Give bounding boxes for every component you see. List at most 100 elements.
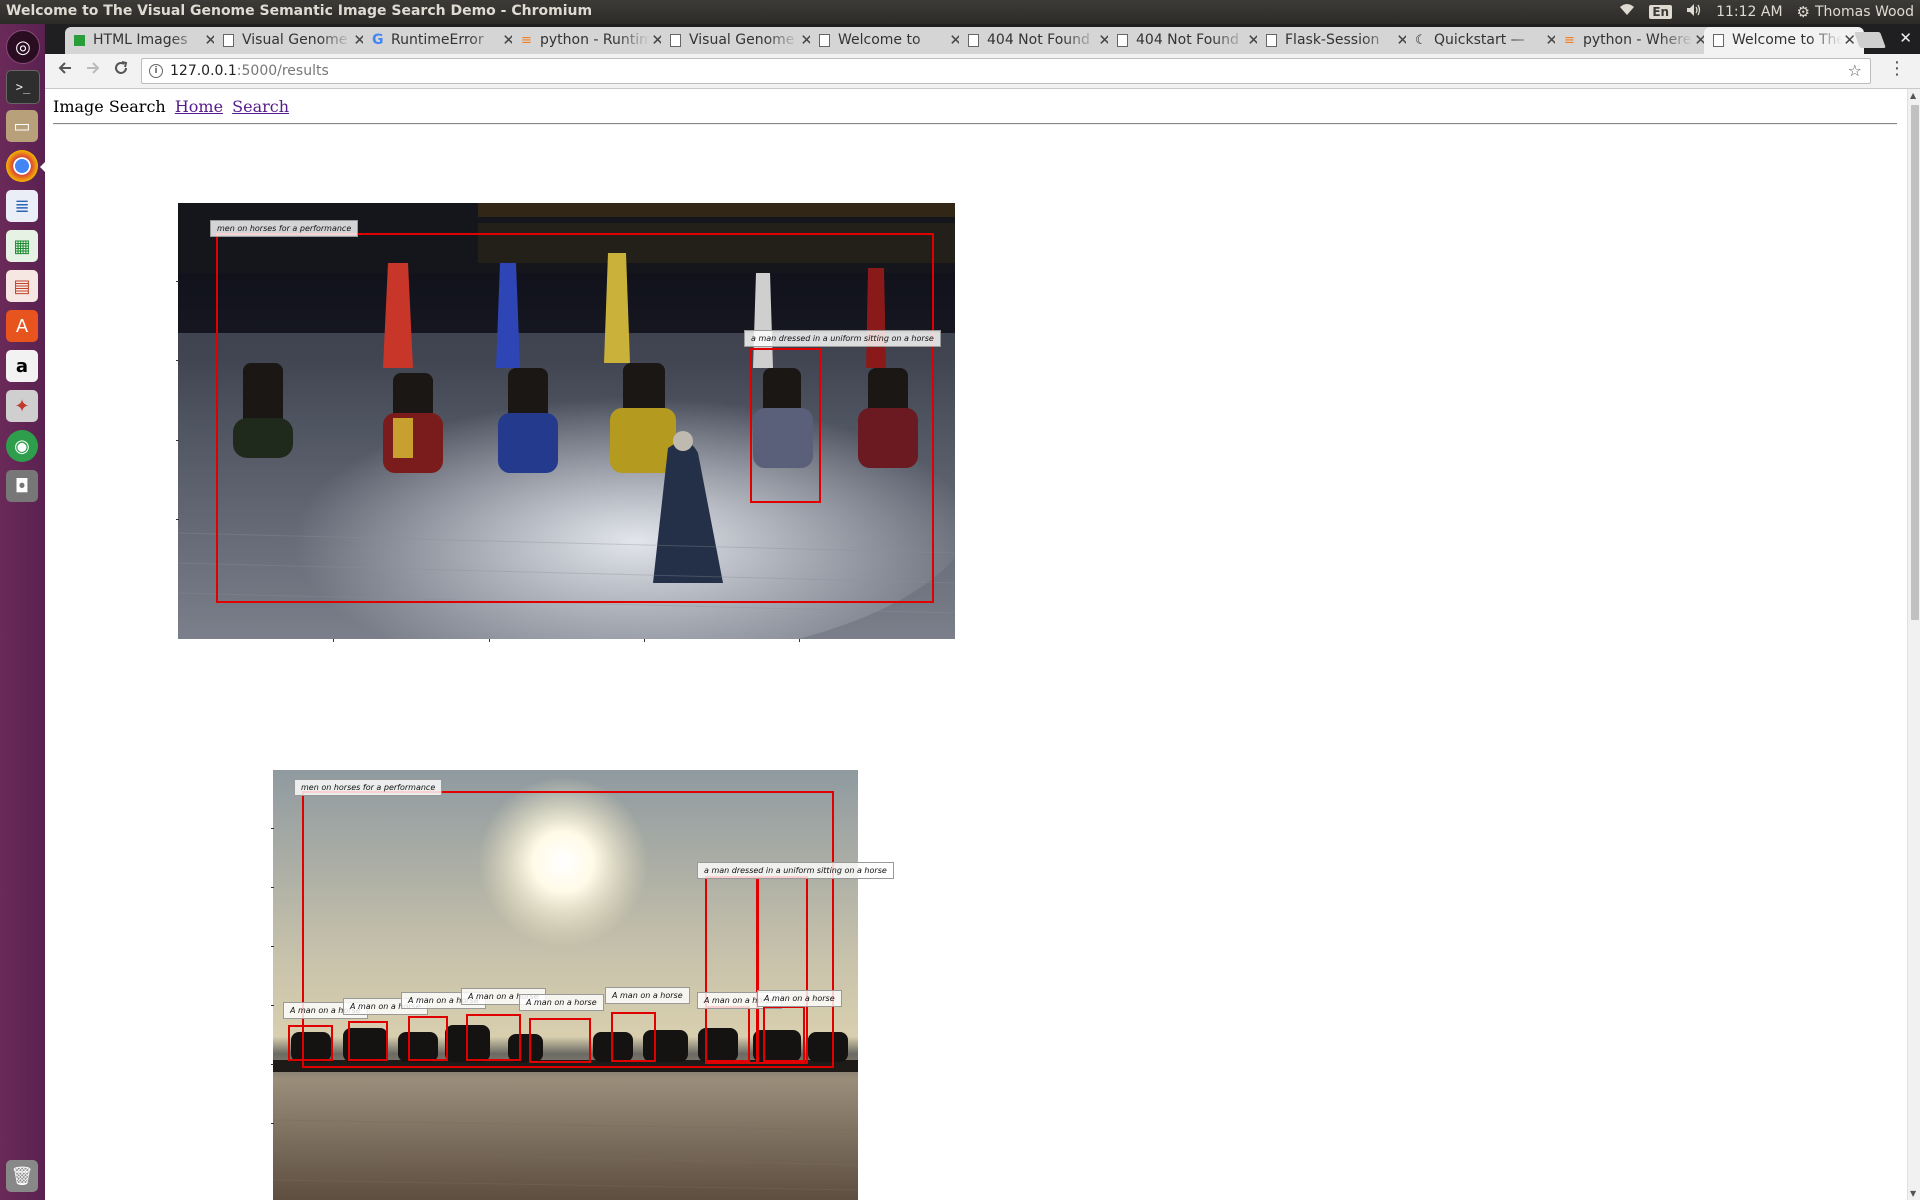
browser-tab[interactable]: Welcome to ✕ [810,27,970,54]
keyboard-indicator[interactable]: En [1649,5,1673,19]
nav-link-search[interactable]: Search [232,97,289,116]
result-image-2[interactable]: men on horses for a performance a man dr… [271,770,894,1200]
browser-tab[interactable]: ≡ python - Where ✕ [1555,27,1715,54]
libreoffice-calc-icon[interactable]: ▦ [6,230,38,262]
window-title: Welcome to The Visual Genome Semantic Im… [6,3,593,19]
axis-tick [176,519,179,520]
browser-menu-icon[interactable]: ⋮ [1888,58,1906,79]
axis-tick [271,1005,274,1006]
axis-tick [176,440,179,441]
page-viewport: Image Search Home Search men on horses f… [45,89,1907,1200]
browser-tab[interactable]: 404 Not Found ✕ [959,27,1119,54]
browser-tab[interactable]: Welcome to The ✕ [1704,27,1864,54]
chromium-icon[interactable] [6,150,38,182]
axis-tick [799,639,800,642]
nav-link-home[interactable]: Home [175,97,223,116]
tab-title: python - Where [1583,32,1692,48]
bounding-box [466,1014,521,1061]
browser-tab[interactable]: Visual Genome ✕ [661,27,821,54]
axis-tick [176,360,179,361]
tab-close-icon[interactable]: ✕ [1843,27,1856,54]
session-menu[interactable]: ⚙ Thomas Wood [1797,3,1914,21]
axis-tick [644,639,645,642]
bounding-box-label: a man dressed in a uniform sitting on a … [697,862,894,879]
browser-tab[interactable]: ≡ python - Runtime ✕ [512,27,672,54]
software-center-icon[interactable]: A [6,310,38,342]
browser-tab[interactable]: G RuntimeError ✕ [363,27,523,54]
gear-icon: ⚙ [1796,3,1810,21]
libreoffice-writer-icon[interactable]: ≣ [6,190,38,222]
clock[interactable]: 11:12 AM [1716,4,1782,20]
tab-title: Welcome to The [1732,32,1842,48]
page-favicon-icon [968,34,979,47]
scroll-down-icon[interactable]: ▼ [1910,1189,1916,1198]
system-settings-icon[interactable]: ✦ [6,390,38,422]
stackoverflow-favicon-icon: ≡ [521,33,532,48]
back-button[interactable] [53,59,77,83]
bounding-box-label: men on horses for a performance [294,779,443,796]
top-panel: Welcome to The Visual Genome Semantic Im… [0,0,1920,24]
bounding-box-label: men on horses for a performance [210,220,359,237]
bounding-box [705,1006,750,1062]
back-arrow-icon [58,62,71,74]
volume-icon[interactable] [1686,3,1702,21]
page-scrollbar[interactable]: ▲ ▼ [1907,89,1920,1200]
header-divider [53,123,1897,125]
tab-title: Visual Genome [689,32,795,48]
address-bar[interactable]: i 127.0.0.1:5000/results ☆ [141,58,1871,84]
site-nav: Image Search Home Search [53,97,289,116]
tab-title: 404 Not Found [987,32,1090,48]
axis-tick [271,887,274,888]
google-favicon-icon: G [372,32,384,48]
result-image-1[interactable]: men on horses for a performance a man dr… [176,203,955,642]
unity-launcher: ◎ >_ ▭ ≣ ▦ ▤ A a ✦ ◉ ◘ 🗑 [0,24,46,1200]
browser-tab[interactable]: 404 Not Found ✕ [1108,27,1268,54]
browser-tab[interactable]: Visual Genome ✕ [214,27,374,54]
screenshot-icon[interactable]: ◘ [6,470,38,502]
bounding-box [529,1018,591,1063]
flask-favicon-icon: ☾ [1415,33,1427,48]
new-tab-button[interactable] [1854,32,1886,48]
site-title: Image Search [53,97,166,116]
address-bar-url: 127.0.0.1:5000/results [170,63,329,79]
scrollbar-thumb[interactable] [1911,105,1919,620]
page-favicon-icon [1713,34,1724,47]
browser-tab[interactable]: ☾ Quickstart — ✕ [1406,27,1566,54]
libreoffice-impress-icon[interactable]: ▤ [6,270,38,302]
user-name: Thomas Wood [1815,4,1914,20]
terminal-icon[interactable]: >_ [6,70,40,104]
forward-button[interactable] [81,59,105,83]
files-icon[interactable]: ▭ [6,110,38,142]
bounding-box-label: A man on a horse [605,987,690,1004]
tab-title: Flask-Session [1285,32,1380,48]
wifi-icon[interactable] [1619,3,1635,21]
tab-title: Visual Genome [242,32,348,48]
browser-tab[interactable]: HTML Images ✕ [65,27,225,54]
info-icon[interactable]: i [149,64,163,78]
w3schools-favicon-icon [74,35,85,46]
axis-tick [271,1123,274,1124]
axis-tick [176,281,179,282]
bounding-box [611,1012,656,1062]
app-green-icon[interactable]: ◉ [6,430,38,462]
page-favicon-icon [670,34,681,47]
tab-strip: HTML Images ✕ Visual Genome ✕ G RuntimeError ✕… [45,24,1920,54]
bounding-box-label: A man on a horse [757,990,842,1007]
browser-tab[interactable]: Flask-Session ✕ [1257,27,1417,54]
tab-title: Welcome to [838,32,921,48]
bounding-box-label: A man on a horse [519,994,604,1011]
bounding-box [348,1021,388,1061]
window-close-icon[interactable]: ✕ [1899,29,1912,47]
bounding-box [288,1025,333,1061]
dash-icon[interactable]: ◎ [6,30,40,64]
bounding-box [763,1006,805,1062]
trash-icon[interactable]: 🗑 [6,1160,38,1192]
bookmark-star-icon[interactable]: ☆ [1848,59,1862,83]
scroll-up-icon[interactable]: ▲ [1910,91,1916,100]
reload-button[interactable] [109,59,133,83]
amazon-icon[interactable]: a [6,350,38,382]
axis-tick [271,1064,274,1065]
tab-title: RuntimeError [391,32,484,48]
page-favicon-icon [223,34,234,47]
tab-title: Quickstart — [1434,32,1525,48]
